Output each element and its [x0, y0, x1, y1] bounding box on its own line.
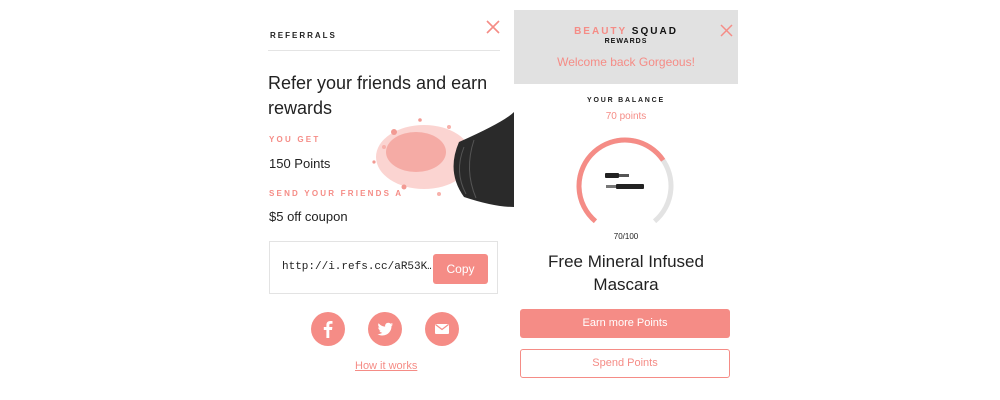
makeup-brush-illustration — [372, 112, 514, 207]
send-friends-value: $5 off coupon — [269, 209, 348, 224]
divider — [268, 50, 500, 51]
referrals-title: REFERRALS — [270, 31, 337, 40]
points-progress-gauge — [576, 137, 674, 224]
mascara-icon — [605, 173, 644, 189]
twitter-icon — [377, 322, 393, 336]
rewards-banner: BEAUTY SQUAD REWARDS Welcome back Gorgeo… — [514, 10, 738, 84]
facebook-icon — [323, 321, 333, 338]
balance-label: YOUR BALANCE — [587, 97, 665, 104]
balance-value: 70 points — [605, 111, 647, 122]
brand-name-part1: BEAUTY — [574, 26, 628, 37]
send-friends-label: SEND YOUR FRIENDS A — [269, 189, 404, 198]
how-it-works-link[interactable]: How it works — [355, 360, 417, 372]
facebook-share-button[interactable] — [311, 312, 345, 346]
brand-subtitle: REWARDS — [604, 38, 648, 45]
earn-points-button[interactable]: Earn more Points — [520, 309, 730, 338]
close-icon[interactable] — [485, 19, 501, 35]
you-get-label: YOU GET — [269, 135, 321, 144]
close-icon[interactable] — [719, 23, 734, 38]
referral-link-box: http://i.refs.cc/aR53K… Copy — [269, 241, 498, 294]
rewards-panel: BEAUTY SQUAD REWARDS Welcome back Gorgeo… — [514, 10, 740, 395]
progress-text: 70/100 — [613, 232, 639, 241]
twitter-share-button[interactable] — [368, 312, 402, 346]
you-get-value: 150 Points — [269, 156, 331, 171]
gauge-fill — [576, 137, 666, 224]
spend-points-button[interactable]: Spend Points — [520, 349, 730, 378]
referral-link-input[interactable]: http://i.refs.cc/aR53K… — [282, 261, 432, 273]
copy-button[interactable]: Copy — [433, 254, 488, 284]
brand-name-part2: SQUAD — [631, 26, 678, 37]
mail-icon — [435, 324, 449, 334]
referrals-panel: REFERRALS Refer your friends and earn re… — [268, 10, 514, 395]
welcome-message: Welcome back Gorgeous! — [557, 55, 695, 69]
reward-name: Free Mineral Infused Mascara — [548, 252, 704, 294]
email-share-button[interactable] — [425, 312, 459, 346]
brand-logo: BEAUTY SQUAD — [514, 26, 738, 37]
